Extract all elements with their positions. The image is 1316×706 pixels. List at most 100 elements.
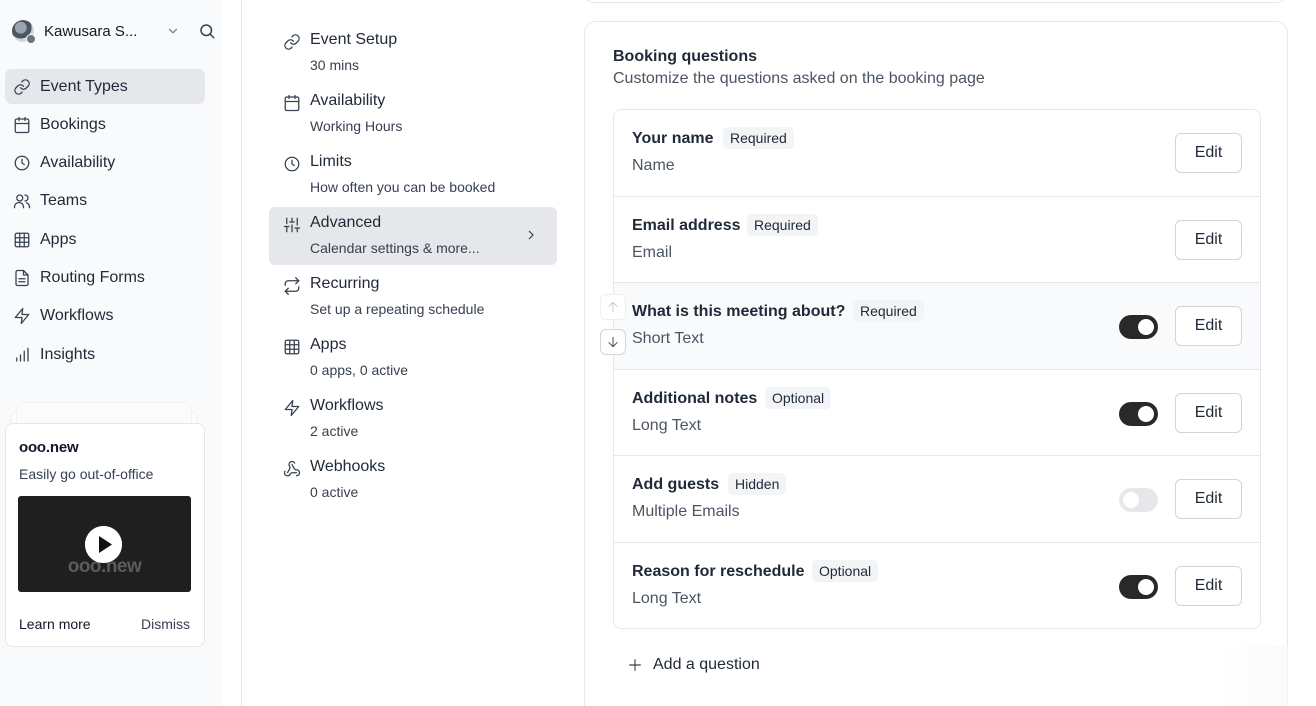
booking-questions-card: Booking questions Customize the question… [584,21,1288,706]
repeat-icon [283,277,301,295]
question-badge: Required [747,213,818,236]
sidebar-item-event-types[interactable]: Event Types [5,69,205,104]
sidebar-item-bookings[interactable]: Bookings [5,107,205,142]
promo-title: ooo.new [19,439,79,456]
move-down-button[interactable] [600,329,626,355]
avatar [12,20,36,44]
question-toggle[interactable] [1119,488,1158,512]
floating-widget-edge [1218,646,1288,706]
sliders-icon [283,216,301,234]
user-menu[interactable]: Kawusara S... [12,18,217,44]
questions-list: Your name Required Name Edit Email addre… [613,109,1261,629]
question-type: Long Text [632,589,702,607]
sidebar: Kawusara S... Event Types Bookings Avail… [0,0,222,706]
learn-more-link[interactable]: Learn more [19,616,91,632]
menu-item-limits[interactable]: Limits How often you can be booked [269,146,557,204]
plus-icon [627,657,643,673]
question-row: Add guests Hidden Multiple Emails Edit [614,456,1260,543]
question-badge: Optional [765,386,832,409]
menu-item-title: Recurring [310,275,380,292]
question-title: Additional notes [632,389,758,407]
menu-item-advanced[interactable]: Advanced Calendar settings & more... [269,207,557,265]
question-row: Additional notes Optional Long Text Edit [614,370,1260,456]
search-icon[interactable] [198,22,216,40]
question-title: Email address [632,216,741,234]
menu-item-title: Workflows [310,397,384,414]
edit-button[interactable]: Edit [1175,565,1242,606]
webhook-icon [283,460,301,478]
arrow-up-icon [601,300,625,314]
add-question-button[interactable]: Add a question [627,654,760,676]
question-badge: Optional [812,559,879,582]
menu-item-title: Availability [310,92,386,109]
edit-button[interactable]: Edit [1175,306,1242,346]
section-subtitle: Customize the questions asked on the boo… [613,70,985,87]
sidebar-item-insights[interactable]: Insights [5,337,205,372]
play-icon[interactable] [85,526,122,563]
grid-icon [13,231,31,249]
sidebar-item-routing-forms[interactable]: Routing Forms [5,260,205,295]
sidebar-item-label: Teams [40,192,88,210]
menu-item-event-setup[interactable]: Event Setup 30 mins [269,24,557,82]
user-name: Kawusara S... [44,22,138,40]
sidebar-item-availability[interactable]: Availability [5,146,205,181]
edit-button[interactable]: Edit [1175,479,1242,519]
menu-item-workflows[interactable]: Workflows 2 active [269,390,557,448]
question-type: Long Text [632,416,702,434]
edit-button[interactable]: Edit [1175,219,1242,260]
event-settings-menu: Event Setup 30 mins Availability Working… [269,24,557,512]
zap-icon [13,307,31,325]
link-icon [13,78,31,96]
question-row: Reason for reschedule Optional Long Text… [614,543,1260,629]
link-icon [283,33,301,51]
sidebar-item-label: Workflows [40,307,114,325]
sidebar-item-teams[interactable]: Teams [5,184,205,219]
add-question-label: Add a question [653,656,760,673]
sidebar-item-label: Routing Forms [40,268,145,286]
menu-item-title: Advanced [310,214,382,231]
question-badge: Required [723,127,794,149]
menu-item-availability[interactable]: Availability Working Hours [269,85,557,143]
menu-item-subtitle: How often you can be booked [310,179,496,195]
question-badge: Hidden [728,473,787,495]
move-up-button[interactable] [600,294,626,320]
menu-item-subtitle: 30 mins [310,57,360,73]
chevron-down-icon[interactable] [166,24,180,38]
edit-button[interactable]: Edit [1175,133,1242,173]
question-toggle[interactable] [1119,315,1158,339]
clock-icon [283,155,301,173]
sidebar-item-apps[interactable]: Apps [5,222,205,257]
edit-button[interactable]: Edit [1175,392,1242,433]
menu-item-title: Webhooks [310,458,386,475]
calendar-icon [13,116,31,134]
question-row: Your name Required Name Edit [614,110,1260,197]
dismiss-button[interactable]: Dismiss [141,616,190,632]
sidebar-item-label: Bookings [40,115,106,133]
question-row: What is this meeting about? Required Sho… [614,283,1260,370]
sidebar-item-workflows[interactable]: Workflows [5,299,205,334]
menu-item-recurring[interactable]: Recurring Set up a repeating schedule [269,268,557,326]
question-type: Name [632,157,675,174]
chevron-right-icon [523,227,539,243]
file-text-icon [13,269,31,287]
promo-stack-shadow [16,402,192,424]
question-title: Your name [632,130,714,147]
sidebar-divider [241,0,242,706]
menu-item-subtitle: Set up a repeating schedule [310,301,485,317]
menu-item-subtitle: 0 apps, 0 active [310,362,409,378]
menu-item-apps[interactable]: Apps 0 apps, 0 active [269,329,557,387]
question-type: Email [632,243,673,261]
menu-item-title: Apps [310,336,347,353]
sidebar-item-label: Insights [40,345,96,363]
question-type: Multiple Emails [632,503,740,520]
users-icon [13,192,31,210]
menu-item-title: Event Setup [310,31,398,48]
promo-card: ooo.new Easily go out-of-office ooo.new … [5,423,205,647]
question-toggle[interactable] [1119,401,1158,426]
question-title: What is this meeting about? [632,303,846,320]
menu-item-webhooks[interactable]: Webhooks 0 active [269,451,557,509]
question-toggle[interactable] [1119,574,1158,599]
promo-video[interactable]: ooo.new [18,496,191,592]
question-row: Email address Required Email Edit [614,197,1260,283]
calendar-icon [283,94,301,112]
